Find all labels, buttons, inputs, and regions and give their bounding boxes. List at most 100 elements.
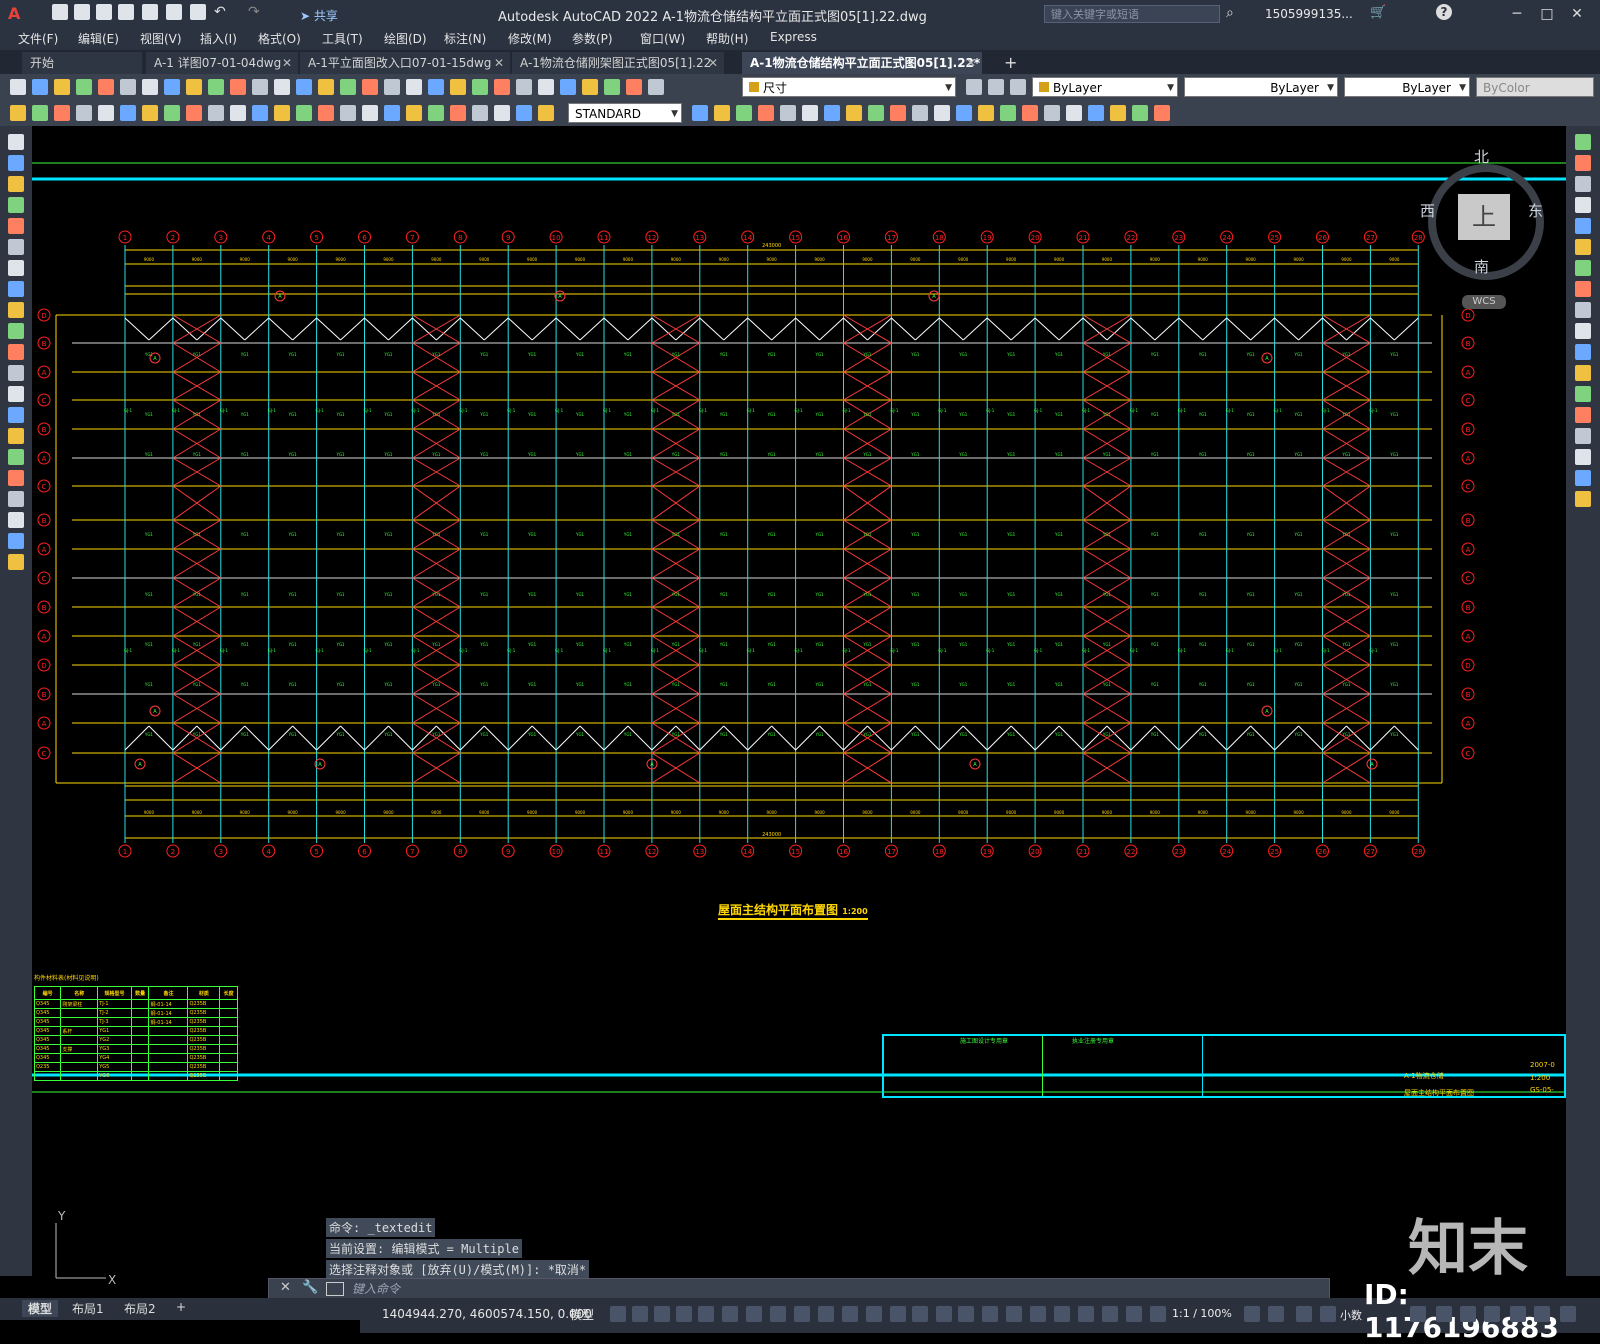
toolbar-icon[interactable] xyxy=(186,105,202,121)
toolbar-icon[interactable] xyxy=(714,105,730,121)
close-tab-icon[interactable]: ✕ xyxy=(966,52,976,74)
help-icon[interactable]: ? xyxy=(1436,4,1452,20)
command-prompt-icon[interactable] xyxy=(326,1282,344,1296)
toolbar-icon[interactable] xyxy=(164,105,180,121)
status-toggle-icon[interactable] xyxy=(1078,1306,1094,1322)
toolbar-icon[interactable] xyxy=(208,105,224,121)
toolbar-icon[interactable] xyxy=(54,79,70,95)
tab-layout1[interactable]: 布局1 xyxy=(72,1300,104,1317)
toolbar-icon[interactable] xyxy=(538,79,554,95)
open-file-icon[interactable] xyxy=(74,4,90,20)
viewcube-north[interactable]: 北 xyxy=(1474,146,1489,167)
draw-tool-icon[interactable] xyxy=(8,407,24,423)
toolbar-icon[interactable] xyxy=(450,105,466,121)
status-toggle-icon[interactable] xyxy=(1436,1306,1452,1322)
modify-tool-icon[interactable] xyxy=(1575,134,1591,150)
tab-document[interactable]: A-1物流仓储刚架图正式图05[1].22 ✕ xyxy=(512,52,724,74)
toolbar-icon[interactable] xyxy=(472,79,488,95)
status-toggle-icon[interactable] xyxy=(654,1306,670,1322)
text-style-dropdown[interactable]: STANDARD ▼ xyxy=(568,103,682,123)
toolbar-icon[interactable] xyxy=(868,105,884,121)
modify-tool-icon[interactable] xyxy=(1575,218,1591,234)
menu-item[interactable]: 格式(O) xyxy=(258,30,301,47)
toolbar-icon[interactable] xyxy=(406,105,422,121)
menu-item[interactable]: 工具(T) xyxy=(322,30,363,47)
status-toggle-icon[interactable] xyxy=(1268,1306,1284,1322)
status-toggle-icon[interactable] xyxy=(698,1306,714,1322)
cart-icon[interactable]: 🛒 xyxy=(1370,5,1386,20)
web-save-icon[interactable] xyxy=(142,4,158,20)
close-tab-icon[interactable]: ✕ xyxy=(708,52,718,74)
draw-tool-icon[interactable] xyxy=(8,218,24,234)
menu-item[interactable]: 绘图(D) xyxy=(384,30,427,47)
menu-item[interactable]: 标注(N) xyxy=(444,30,486,47)
status-toggle-icon[interactable] xyxy=(912,1306,928,1322)
modify-tool-icon[interactable] xyxy=(1575,470,1591,486)
status-toggle-icon[interactable] xyxy=(1054,1306,1070,1322)
modify-tool-icon[interactable] xyxy=(1575,260,1591,276)
wcs-menu[interactable]: WCS xyxy=(1462,295,1506,309)
menu-item[interactable]: 文件(F) xyxy=(18,30,58,47)
minimize-button[interactable]: ─ xyxy=(1506,4,1528,24)
toolbar-icon[interactable] xyxy=(252,79,268,95)
status-toggle-icon[interactable] xyxy=(1126,1306,1142,1322)
menu-item[interactable]: 插入(I) xyxy=(200,30,237,47)
toolbar-icon[interactable] xyxy=(648,79,664,95)
toolbar-icon[interactable] xyxy=(186,79,202,95)
toolbar-icon[interactable] xyxy=(164,79,180,95)
draw-tool-icon[interactable] xyxy=(8,155,24,171)
toolbar-icon[interactable] xyxy=(274,79,290,95)
draw-tool-icon[interactable] xyxy=(8,281,24,297)
modify-tool-icon[interactable] xyxy=(1575,239,1591,255)
toolbar-icon[interactable] xyxy=(604,79,620,95)
close-tab-icon[interactable]: ✕ xyxy=(282,52,292,74)
status-toggle-icon[interactable] xyxy=(632,1306,648,1322)
toolbar-icon[interactable] xyxy=(912,105,928,121)
redo-icon[interactable]: ↷ xyxy=(248,4,260,20)
modify-tool-icon[interactable] xyxy=(1575,344,1591,360)
toolbar-icon[interactable] xyxy=(32,79,48,95)
draw-tool-icon[interactable] xyxy=(8,554,24,570)
toolbar-icon[interactable] xyxy=(1000,105,1016,121)
export-icon[interactable] xyxy=(166,4,182,20)
drawing-canvas[interactable]: 243000 243000 1 1 9000 9000 2 2 9000 9000 3 3 9000 90… xyxy=(32,126,1566,1276)
draw-tool-icon[interactable] xyxy=(8,365,24,381)
toolbar-icon[interactable] xyxy=(98,105,114,121)
toolbar-icon[interactable] xyxy=(142,79,158,95)
menu-item[interactable]: Express xyxy=(770,30,817,44)
toolbar-icon[interactable] xyxy=(890,105,906,121)
toolbar-icon[interactable] xyxy=(802,105,818,121)
toolbar-icon[interactable] xyxy=(978,105,994,121)
toolbar-icon[interactable] xyxy=(362,79,378,95)
coordinate-readout[interactable]: 1404944.270, 4600574.150, 0.000 xyxy=(382,1307,592,1321)
new-tab-icon[interactable]: + xyxy=(1004,53,1017,72)
draw-tool-icon[interactable] xyxy=(8,239,24,255)
toolbar-icon[interactable] xyxy=(384,79,400,95)
autocad-logo-icon[interactable]: A xyxy=(8,4,20,23)
toolbar-icon[interactable] xyxy=(494,79,510,95)
status-toggle-icon[interactable] xyxy=(866,1306,882,1322)
viewcube-south[interactable]: 南 xyxy=(1474,256,1489,277)
toolbar-icon[interactable] xyxy=(494,105,510,121)
status-toggle-icon[interactable] xyxy=(1320,1306,1336,1322)
toolbar-icon[interactable] xyxy=(230,79,246,95)
draw-tool-icon[interactable] xyxy=(8,134,24,150)
plot-icon[interactable] xyxy=(190,4,206,20)
toolbar-icon[interactable] xyxy=(274,105,290,121)
modify-tool-icon[interactable] xyxy=(1575,281,1591,297)
menu-item[interactable]: 视图(V) xyxy=(140,30,182,47)
toolbar-icon[interactable] xyxy=(472,105,488,121)
toolbar-icon[interactable] xyxy=(120,105,136,121)
status-toggle-icon[interactable] xyxy=(610,1306,626,1322)
tab-document[interactable]: A-1 详图07-01-04dwg ✕ xyxy=(146,52,298,74)
annotation-scale[interactable]: 1:1 / 100% xyxy=(1172,1307,1232,1320)
status-toggle-icon[interactable] xyxy=(1296,1306,1312,1322)
toolbar-icon[interactable] xyxy=(1088,105,1104,121)
toolbar-icon[interactable] xyxy=(252,105,268,121)
status-toggle-icon[interactable] xyxy=(982,1306,998,1322)
toolbar-icon[interactable] xyxy=(142,105,158,121)
toolbar-icon[interactable] xyxy=(692,105,708,121)
search-icon[interactable]: ⌕ xyxy=(1226,5,1234,21)
toolbar-icon[interactable] xyxy=(824,105,840,121)
model-space-button[interactable]: 模型 xyxy=(570,1306,594,1323)
